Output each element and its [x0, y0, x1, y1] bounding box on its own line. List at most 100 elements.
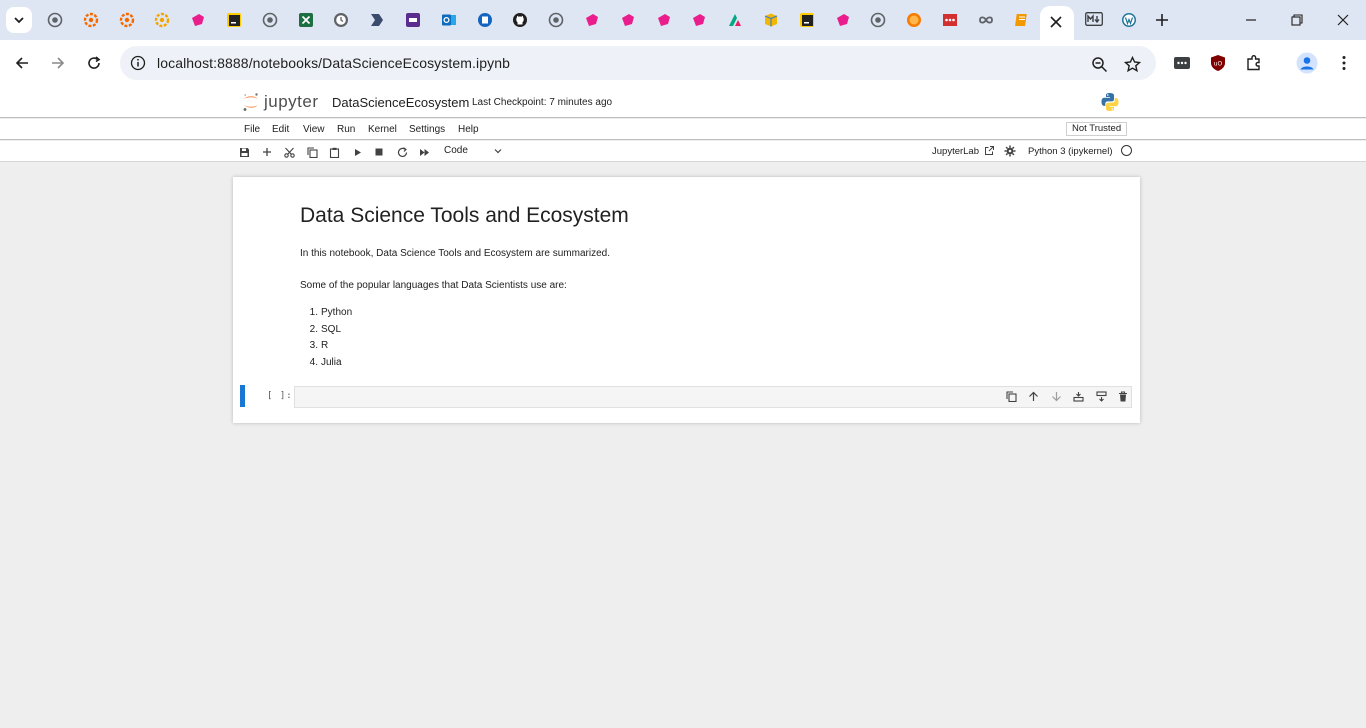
browser-tab[interactable] [575, 6, 609, 34]
chevron-down-icon [14, 17, 24, 24]
menu-view[interactable]: View [303, 124, 325, 135]
browser-tab[interactable] [289, 6, 323, 34]
browser-tab[interactable] [897, 6, 931, 34]
address-bar[interactable]: localhost:8888/notebooks/DataScienceEcos… [120, 46, 1156, 80]
forward-button[interactable] [44, 49, 72, 77]
insert-cell-below-button[interactable] [1094, 389, 1108, 403]
markdown-icon [1085, 12, 1104, 28]
browser-tab[interactable] [110, 6, 144, 34]
menu-settings[interactable]: Settings [409, 124, 445, 135]
menu-file[interactable]: File [244, 124, 260, 135]
delete-cell-button[interactable] [1116, 389, 1130, 403]
minimize-button[interactable] [1228, 0, 1274, 40]
notebook-title[interactable]: DataScienceEcosystem [332, 95, 469, 110]
browser-tab[interactable] [754, 6, 788, 34]
browser-tab[interactable] [468, 6, 502, 34]
browser-tab[interactable] [1005, 6, 1039, 34]
browser-tab[interactable] [682, 6, 716, 34]
insert-cell-button[interactable] [259, 144, 275, 160]
browser-tab[interactable] [1076, 6, 1110, 34]
python-logo-icon [1101, 93, 1119, 111]
bookmark-star-icon[interactable] [1121, 53, 1143, 75]
browser-tab[interactable] [969, 6, 1003, 34]
profile-avatar-icon[interactable] [1295, 51, 1319, 75]
browser-tab[interactable] [539, 6, 573, 34]
browser-tab[interactable] [611, 6, 645, 34]
extension-dots-icon[interactable] [1170, 51, 1194, 75]
restart-run-all-button[interactable] [416, 144, 432, 160]
red-bar-icon [942, 12, 958, 28]
move-cell-up-button[interactable] [1026, 389, 1040, 403]
browser-tab[interactable] [826, 6, 860, 34]
input-prompt: [ ]: [267, 391, 293, 401]
menu-kernel[interactable]: Kernel [368, 124, 397, 135]
browser-tab[interactable] [718, 6, 752, 34]
kernel-name[interactable]: Python 3 (ipykernel) [1028, 146, 1112, 157]
back-button[interactable] [8, 49, 36, 77]
browser-tab[interactable] [1040, 6, 1075, 40]
paste-icon [329, 147, 339, 158]
jupyter-logo[interactable]: jupyter [242, 92, 319, 112]
move-cell-down-button[interactable] [1049, 389, 1063, 403]
interrupt-button[interactable] [371, 144, 387, 160]
browser-tab[interactable] [432, 6, 466, 34]
browser-tab[interactable] [933, 6, 967, 34]
extensions-puzzle-icon[interactable] [1242, 51, 1266, 75]
browser-tab[interactable] [74, 6, 108, 34]
markdown-languages-intro: Some of the popular languages that Data … [300, 280, 567, 291]
ublock-shield-icon[interactable]: uO [1206, 51, 1230, 75]
cell-type-select[interactable]: Code [444, 145, 468, 156]
browser-tab[interactable] [396, 6, 430, 34]
site-info-icon[interactable] [128, 53, 148, 73]
url-text[interactable]: localhost:8888/notebooks/DataScienceEcos… [157, 55, 510, 71]
menu-edit[interactable]: Edit [272, 124, 289, 135]
clock-icon [333, 12, 349, 28]
cut-button[interactable] [281, 144, 297, 160]
external-link-icon[interactable] [984, 145, 995, 156]
jupyter-menu-bar: File Edit View Run Kernel Settings Help … [0, 119, 1366, 140]
reload-button[interactable] [80, 49, 108, 77]
browser-tab[interactable] [503, 6, 537, 34]
menu-help[interactable]: Help [458, 124, 479, 135]
new-tab-button[interactable] [1150, 8, 1174, 32]
save-button[interactable] [236, 144, 252, 160]
duplicate-cell-button[interactable] [1004, 389, 1018, 403]
chevron-down-icon[interactable] [492, 145, 504, 157]
jupyterlab-link[interactable]: JupyterLab [932, 146, 979, 157]
restart-button[interactable] [394, 144, 410, 160]
gear-icon[interactable] [1004, 145, 1016, 157]
run-button[interactable] [349, 144, 365, 160]
jupyter-logo-text: jupyter [264, 92, 319, 111]
notebook-toolbar: Code JupyterLab Python 3 (ipykernel) [0, 141, 1366, 162]
browser-tab[interactable] [861, 6, 895, 34]
browser-tab[interactable] [253, 6, 287, 34]
browser-tab[interactable] [790, 6, 824, 34]
insert-above-icon [1072, 391, 1084, 402]
insert-cell-above-button[interactable] [1071, 389, 1085, 403]
app-pink-icon [620, 12, 636, 28]
trust-status-button[interactable]: Not Trusted [1066, 122, 1128, 136]
close-window-button[interactable] [1320, 0, 1366, 40]
minimize-icon [1246, 19, 1256, 21]
browser-tab[interactable] [324, 6, 358, 34]
app-pink-icon [190, 12, 206, 28]
zoom-icon[interactable] [1088, 53, 1110, 75]
browser-tab[interactable] [217, 6, 251, 34]
trash-icon [1119, 390, 1127, 401]
arrow-down-icon [1051, 391, 1061, 401]
browser-tab[interactable] [145, 6, 179, 34]
browser-menu-kebab-icon[interactable] [1332, 51, 1356, 75]
browser-tab[interactable] [360, 6, 394, 34]
browser-tab[interactable] [647, 6, 681, 34]
browser-tab[interactable] [38, 6, 72, 34]
browser-tab[interactable] [1112, 6, 1146, 34]
copy-button[interactable] [304, 144, 320, 160]
app-pink-icon [835, 12, 851, 28]
tab-search-button[interactable] [6, 7, 32, 33]
browser-tab[interactable] [181, 6, 215, 34]
paste-button[interactable] [326, 144, 342, 160]
restore-button[interactable] [1274, 0, 1320, 40]
menu-run[interactable]: Run [337, 124, 355, 135]
globe-icon [262, 12, 278, 28]
play-icon [354, 148, 361, 156]
